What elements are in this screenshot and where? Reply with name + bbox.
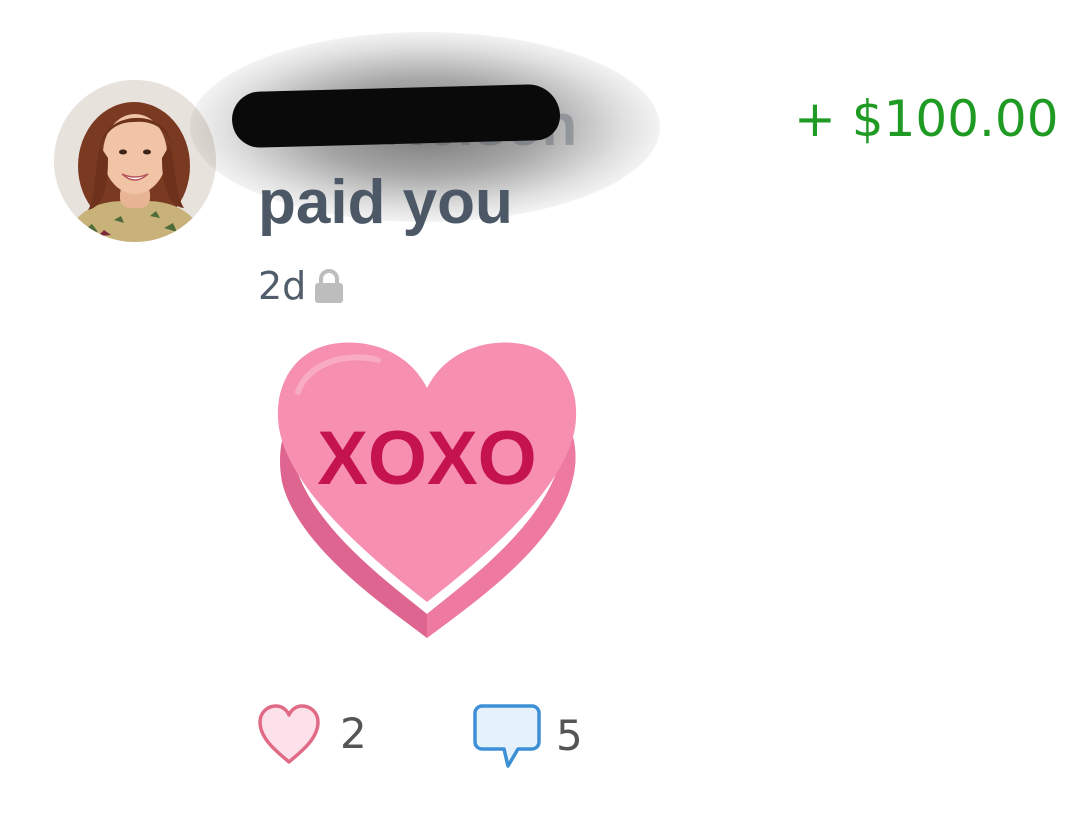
lock-icon [315, 269, 344, 303]
comment-bubble-icon [473, 704, 541, 768]
like-count: 2 [340, 709, 367, 758]
payment-action-text: paid you [258, 168, 513, 237]
payment-amount: + $100.00 [794, 90, 1059, 148]
like-button[interactable]: 2 [256, 702, 367, 766]
comment-button[interactable]: 5 [472, 702, 583, 770]
payment-feed-card: Earl Nelson paid you 2d + $100.00 XOXO 2 [0, 0, 1080, 837]
timestamp: 2d [258, 264, 307, 308]
candy-heart-sticker: XOXO [268, 332, 586, 642]
comment-count: 5 [556, 711, 583, 760]
sticker-text: XOXO [317, 416, 537, 501]
heart-icon [258, 704, 320, 764]
post-meta: 2d [258, 264, 346, 308]
redaction-bar [231, 83, 561, 149]
heart-sticker-icon: XOXO [277, 342, 577, 638]
